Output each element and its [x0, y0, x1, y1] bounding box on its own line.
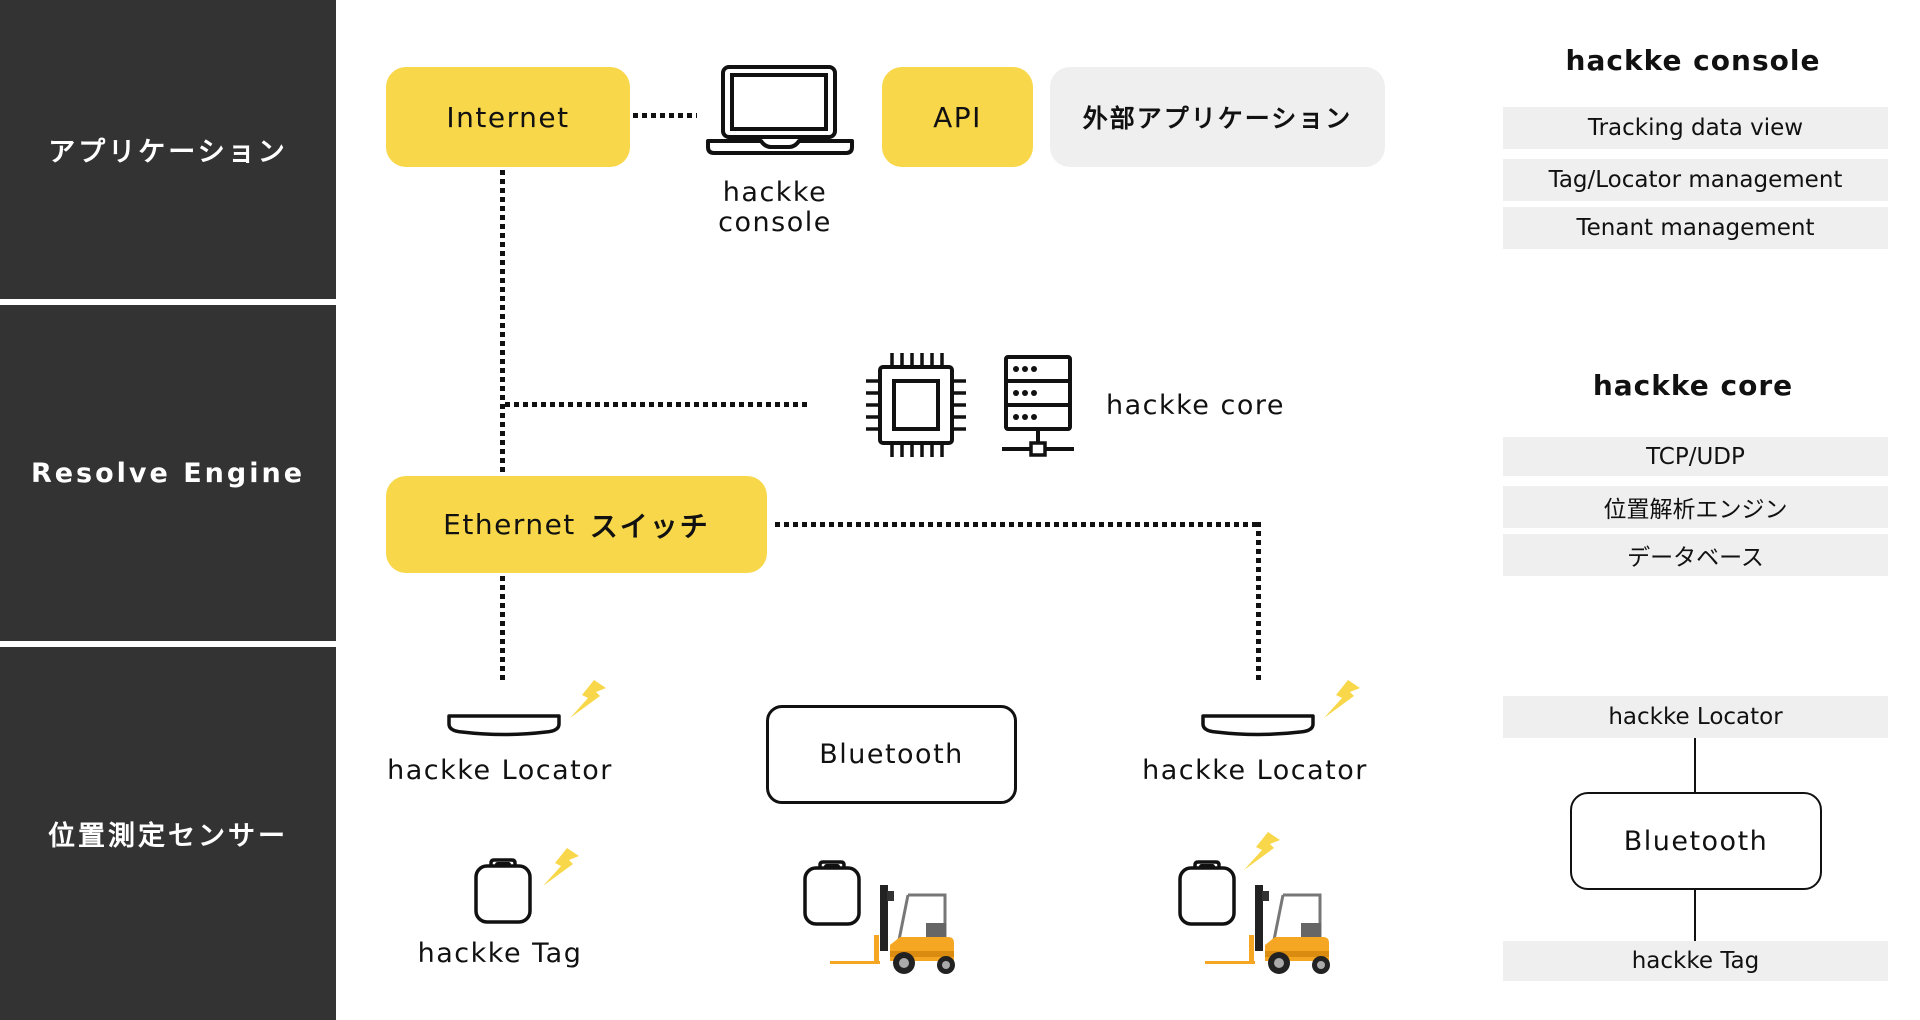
layer-application: アプリケーション: [0, 0, 336, 299]
console-label-line2: console: [718, 207, 832, 238]
tag-left-label: hackke Tag: [417, 938, 583, 969]
lightning-icon: [1324, 680, 1360, 718]
locator-left-label: hackke Locator: [387, 755, 613, 786]
ethernet-switch-node: Ethernet スイッチ: [386, 476, 767, 573]
lightning-icon: [1244, 832, 1280, 870]
console-label: hackke console: [690, 178, 860, 238]
connector-to-locator-right: [1256, 522, 1261, 680]
api-node: API: [882, 67, 1033, 167]
side-sensor-bluetooth: Bluetooth: [1570, 792, 1822, 890]
layer-position-sensor-label: 位置測定センサー: [48, 821, 288, 852]
forklift-icon: [830, 885, 955, 974]
side-sensor-connector-bottom: [1694, 889, 1696, 941]
side-console-item: Tenant management: [1503, 207, 1888, 249]
cpu-chip-icon: [866, 353, 966, 457]
layer-resolve-engine: Resolve Engine: [0, 305, 336, 641]
forklift-icon: [1205, 885, 1330, 974]
locator-icon: [447, 714, 561, 737]
core-label: hackke core: [1106, 390, 1285, 421]
external-app-node: 外部アプリケーション: [1050, 67, 1385, 167]
bluetooth-node: Bluetooth: [766, 705, 1017, 804]
side-core-item: 位置解析エンジン: [1503, 486, 1888, 528]
layer-position-sensor: 位置測定センサー: [0, 647, 336, 1020]
api-label: API: [933, 100, 982, 134]
locator-icon: [1201, 714, 1315, 737]
connector-to-core: [505, 402, 811, 407]
connector-ethernet-right: [775, 522, 1261, 527]
side-core-item: TCP/UDP: [1503, 437, 1888, 476]
layer-application-label: アプリケーション: [48, 137, 288, 168]
switch-label: スイッチ: [589, 509, 710, 543]
bluetooth-label: Bluetooth: [819, 739, 964, 770]
console-label-line1: hackke: [722, 177, 828, 208]
connector-internet-console: [633, 113, 697, 118]
side-sensor-tag: hackke Tag: [1503, 941, 1888, 981]
lightning-icon: [543, 848, 579, 886]
side-sensor-bluetooth-label: Bluetooth: [1623, 825, 1769, 857]
locator-right-label: hackke Locator: [1142, 755, 1368, 786]
side-sensor-connector-top: [1694, 738, 1696, 793]
side-console-title: hackke console: [1565, 44, 1821, 77]
side-console-item: Tag/Locator management: [1503, 159, 1888, 201]
layer-resolve-engine-label: Resolve Engine: [30, 457, 306, 489]
lightning-icon: [570, 680, 606, 718]
ethernet-label: Ethernet: [443, 508, 576, 541]
internet-label: Internet: [446, 100, 570, 134]
server-icon: [1002, 355, 1074, 457]
side-core-item: データベース: [1503, 534, 1888, 576]
side-sensor-locator: hackke Locator: [1503, 696, 1888, 738]
side-core-title: hackke core: [1592, 369, 1794, 402]
connector-ethernet-locator-left: [500, 576, 505, 680]
laptop-icon: [706, 65, 854, 155]
tag-icon: [474, 858, 532, 924]
connector-internet-ethernet: [500, 170, 505, 475]
external-app-label: 外部アプリケーション: [1082, 104, 1353, 133]
side-console-item: Tracking data view: [1503, 107, 1888, 149]
internet-node: Internet: [386, 67, 630, 167]
